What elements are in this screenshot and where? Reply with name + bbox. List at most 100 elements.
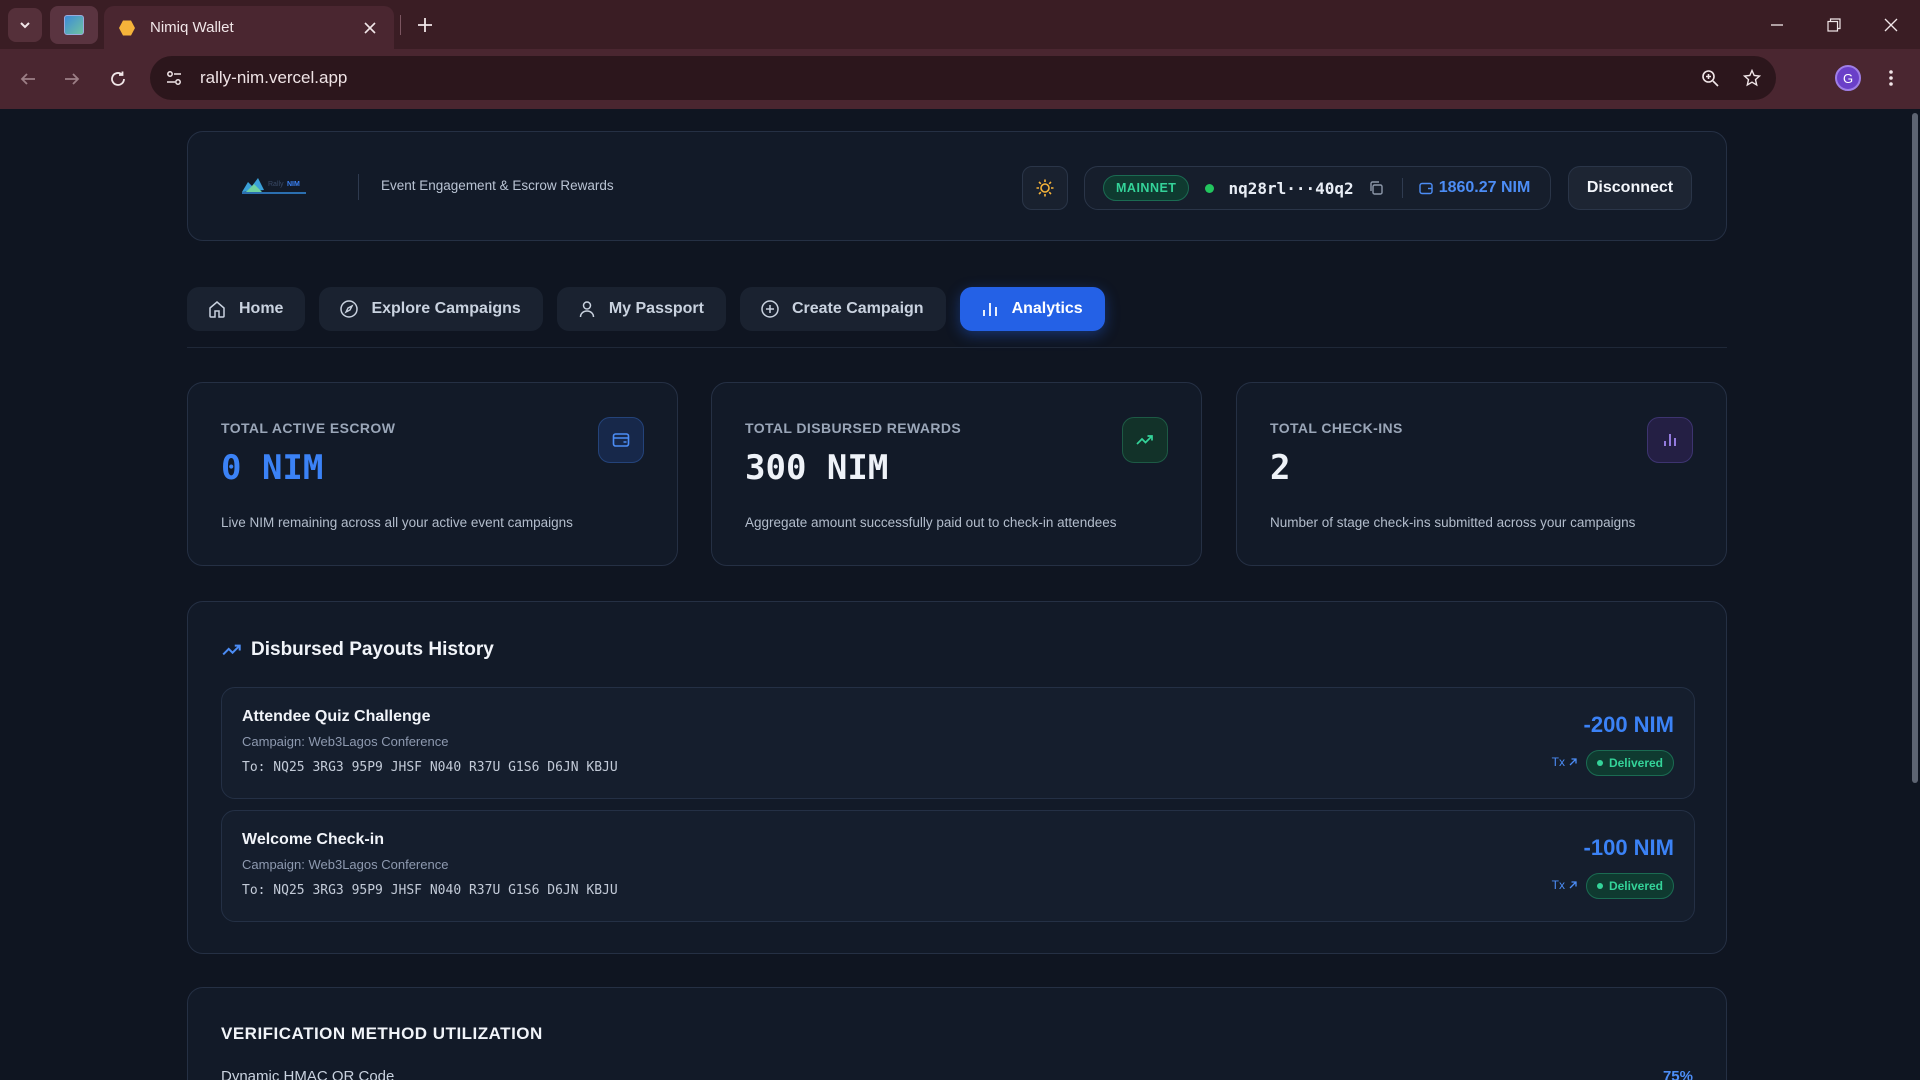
pinned-tab-favicon-icon	[64, 15, 84, 35]
status-badge: Delivered	[1585, 873, 1674, 899]
network-badge: MAINNET	[1103, 175, 1190, 201]
minimize-button[interactable]	[1762, 10, 1792, 40]
payouts-history-title: Disbursed Payouts History	[221, 639, 494, 661]
tab-title: Nimiq Wallet	[150, 19, 234, 36]
browser-menu-button[interactable]	[1876, 63, 1906, 93]
tx-link[interactable]: Tx	[1552, 755, 1578, 769]
rallynim-logo[interactable]: Rally NIM	[240, 172, 310, 198]
stat-value: 300 NIM	[745, 448, 889, 488]
wallet-address: nq28rl···40q2	[1228, 178, 1354, 198]
payout-recipient: To: NQ25 3RG3 95P9 JHSF N040 R37U G1S6 D…	[242, 760, 618, 775]
plus-icon	[418, 18, 432, 32]
tab-close-icon[interactable]	[360, 18, 380, 38]
sun-icon	[1036, 179, 1054, 197]
stat-description: Live NIM remaining across all your activ…	[221, 515, 573, 530]
payouts-history-card: Disbursed Payouts History Attendee Quiz …	[187, 601, 1727, 954]
stat-value: 2	[1270, 448, 1291, 488]
tx-link[interactable]: Tx	[1552, 878, 1578, 892]
external-link-icon	[1569, 881, 1577, 889]
trending-up-icon	[222, 644, 241, 656]
main-nav: Home Explore Campaigns My Passport Creat…	[187, 287, 1105, 333]
verification-utilization-card: VERIFICATION METHOD UTILIZATION Dynamic …	[187, 987, 1727, 1080]
nimiq-hexagon-icon	[119, 20, 135, 35]
nav-explore-label: Explore Campaigns	[371, 300, 521, 317]
pinned-tab[interactable]	[50, 6, 98, 44]
stat-card-check-ins: TOTAL CHECK-INS 2 Number of stage check-…	[1236, 382, 1727, 566]
nav-create-label: Create Campaign	[791, 300, 924, 317]
tab-search-button[interactable]	[8, 8, 42, 42]
payout-amount: -100 NIM	[1583, 835, 1674, 860]
forward-button[interactable]	[56, 63, 88, 95]
scrollbar-thumb[interactable]	[1912, 113, 1918, 783]
tx-link-label: Tx	[1551, 755, 1565, 769]
app-tagline: Event Engagement & Escrow Rewards	[381, 178, 614, 193]
status-text: Delivered	[1608, 879, 1663, 893]
home-icon	[209, 301, 225, 318]
more-vertical-icon	[1889, 70, 1893, 86]
url-text[interactable]: rally-nim.vercel.app	[200, 68, 1692, 88]
profile-avatar[interactable]: G	[1835, 65, 1861, 91]
address-bar[interactable]: rally-nim.vercel.app	[150, 56, 1776, 100]
stat-label: TOTAL CHECK-INS	[1270, 420, 1403, 436]
nav-analytics-label: Analytics	[1011, 300, 1083, 317]
user-icon	[579, 301, 595, 318]
trending-up-icon	[1122, 417, 1168, 463]
site-info-button[interactable]	[156, 60, 192, 96]
payout-title: Attendee Quiz Challenge	[242, 708, 431, 725]
verification-title: VERIFICATION METHOD UTILIZATION	[221, 1024, 543, 1043]
header-divider	[358, 174, 359, 200]
status-dot-icon	[1596, 883, 1603, 889]
status-text: Delivered	[1608, 756, 1663, 770]
payout-amount: -200 NIM	[1583, 712, 1674, 737]
tx-link-label: Tx	[1551, 878, 1565, 892]
reload-button[interactable]	[102, 63, 134, 95]
nav-create-campaign[interactable]: Create Campaign	[739, 287, 946, 331]
close-window-button[interactable]	[1876, 10, 1906, 40]
payout-row: Welcome Check-in Campaign: Web3Lagos Con…	[221, 810, 1695, 922]
page-scrollbar[interactable]	[1910, 109, 1920, 1080]
wallet-icon	[598, 417, 644, 463]
tune-icon	[167, 71, 181, 85]
browser-tabstrip: Nimiq Wallet	[0, 0, 1920, 49]
page-content: Rally NIM Event Engagement & Escrow Rewa…	[0, 109, 1920, 1080]
status-badge: Delivered	[1585, 750, 1674, 776]
compass-icon	[340, 300, 359, 318]
wallet-icon	[1418, 181, 1433, 195]
nav-passport-label: My Passport	[608, 300, 704, 317]
reload-icon	[111, 71, 125, 86]
stat-description: Aggregate amount successfully paid out t…	[745, 515, 1117, 530]
nav-my-passport[interactable]: My Passport	[556, 287, 726, 331]
back-button[interactable]	[12, 63, 44, 95]
star-icon	[1743, 69, 1761, 87]
zoom-icon	[1702, 70, 1719, 87]
stat-card-disbursed-rewards: TOTAL DISBURSED REWARDS 300 NIM Aggregat…	[711, 382, 1202, 566]
nav-home-label: Home	[239, 300, 284, 317]
restore-button[interactable]	[1819, 10, 1849, 40]
theme-toggle-button[interactable]	[1022, 166, 1068, 210]
app-header: Rally NIM Event Engagement & Escrow Rewa…	[187, 131, 1727, 241]
verification-method-label: Dynamic HMAC QR Code	[221, 1068, 395, 1080]
browser-tab-active[interactable]: Nimiq Wallet	[104, 6, 394, 49]
copy-icon[interactable]	[1368, 180, 1384, 196]
nav-divider	[187, 347, 1727, 348]
disconnect-button[interactable]: Disconnect	[1568, 166, 1692, 210]
svg-text:Rally: Rally	[268, 181, 284, 188]
bookmark-button[interactable]	[1734, 60, 1770, 96]
arrow-left-icon	[20, 73, 35, 85]
new-tab-button[interactable]	[410, 10, 440, 40]
minimize-icon	[1771, 24, 1783, 26]
arrow-right-icon	[65, 73, 80, 85]
bar-chart-icon	[982, 303, 997, 316]
stat-label: TOTAL ACTIVE ESCROW	[221, 420, 396, 436]
nav-explore-campaigns[interactable]: Explore Campaigns	[319, 287, 543, 331]
nav-home[interactable]: Home	[187, 287, 306, 331]
payout-row: Attendee Quiz Challenge Campaign: Web3La…	[221, 687, 1695, 799]
stat-label: TOTAL DISBURSED REWARDS	[745, 420, 962, 436]
stat-value: 0 NIM	[221, 448, 324, 488]
external-link-icon	[1569, 758, 1577, 766]
verification-method-percent: 75%	[1662, 1068, 1693, 1080]
nav-analytics[interactable]: Analytics	[959, 287, 1105, 331]
zoom-button[interactable]	[1692, 60, 1728, 96]
chevron-down-icon	[20, 22, 30, 29]
restore-icon	[1827, 18, 1841, 32]
